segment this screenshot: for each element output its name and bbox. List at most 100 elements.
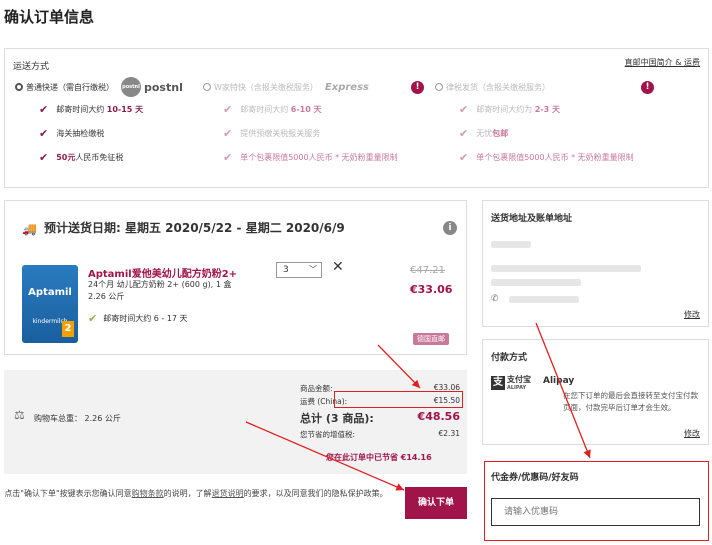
cart-weight: 购物车总重： 2.26 公斤: [34, 414, 121, 423]
postnl-badge-icon: postnl: [121, 77, 141, 97]
tax-info-icon[interactable]: !: [641, 81, 654, 94]
feature-item: ✔ 50元人民币免征税: [39, 151, 123, 164]
row-label: 您节省的增值税:: [300, 430, 356, 439]
price-original: €47.21: [410, 265, 445, 276]
delivery-info-icon[interactable]: i: [443, 221, 457, 235]
alipay-logo: 支 支付宝 ALIPAY: [491, 374, 531, 391]
terms-text: 点击"确认下单"按键表示您确认同意购物条款的说明，了解退货说明的要求，以及同意我…: [4, 487, 388, 501]
address-panel: 送货地址及账单地址 ✆ 修改: [482, 200, 709, 327]
remove-item-icon[interactable]: ✕: [332, 259, 344, 275]
feature-bold: 包邮: [492, 129, 509, 138]
feature-bold: 6-10 天: [290, 105, 322, 114]
row-value: €2.31: [438, 429, 460, 438]
product-image-label: Aptamil: [28, 287, 72, 298]
product-desc: 24个月 幼儿配方奶粉 2+ (600 g), 1 盒 2.26 公斤: [88, 279, 268, 303]
check-icon: ✔: [223, 127, 233, 140]
feature-text: 提供预缴关税报关服务: [240, 129, 321, 138]
option-label: 普通快递（需自行缴税）: [26, 82, 114, 92]
feature-item: ✔ 单个包裹限值5000人民币 * 无奶粉重量限制: [223, 151, 398, 164]
feature-text: 海关抽检缴税: [56, 129, 105, 138]
check-icon: ✔: [39, 127, 49, 140]
confirm-order-button[interactable]: 确认下单: [405, 487, 467, 519]
terms-part: 点击"确认下单"按键表示您确认同意: [4, 489, 132, 498]
feature-text: 无忧: [476, 129, 493, 138]
option-label: W家特快（含报关缴税服务）: [214, 82, 318, 92]
express-logo: Express: [324, 81, 369, 93]
coupon-title: 代金券/优惠码/好友码: [491, 473, 579, 483]
quantity-select[interactable]: 3 ﹀: [276, 262, 322, 278]
option-label: 律税发货（含报关缴税服务）: [446, 82, 550, 92]
shipping-option-express[interactable]: W家特快（含报关缴税服务） Express: [203, 79, 369, 95]
check-icon: ✔: [459, 103, 469, 116]
payment-panel: 付款方式 支 支付宝 ALIPAY Alipay 在您下订单的最后会直接转至支付…: [482, 339, 709, 445]
edit-address-link[interactable]: 修改: [684, 309, 700, 320]
feature-bold: 50元: [56, 153, 76, 162]
shipping-heading: 运送方式: [13, 62, 50, 72]
feature-bold: 2-3 天: [534, 105, 561, 114]
check-icon: ✔: [39, 151, 49, 164]
radio-tax[interactable]: [435, 83, 443, 91]
redacted-address: [491, 279, 581, 286]
feature-item: ✔ 邮寄时间大约 10-15 天: [39, 103, 143, 116]
feature-item: ✔ 提供预缴关税报关服务: [223, 127, 320, 140]
check-icon: ✔: [223, 151, 233, 164]
total-label: 总计 (3 商品):: [300, 412, 374, 425]
redacted-address: [491, 265, 641, 272]
product-desc-line: 24个月 幼儿配方奶粉 2+ (600 g), 1 盒: [88, 280, 232, 289]
feature-bold: 10-15 天: [106, 105, 144, 114]
feature-text: 单个包裹限值5000人民币 * 无奶粉重量限制: [240, 153, 398, 162]
feature-text: 邮寄时间大约: [240, 105, 291, 114]
product-weight: 2.26 公斤: [88, 292, 125, 301]
alipay-icon: 支: [491, 375, 505, 390]
shipping-fee-highlight: [334, 391, 463, 408]
scale-icon: ⚖: [14, 408, 25, 422]
feature-item: ✔ 无忧包邮: [459, 127, 508, 140]
product-name[interactable]: Aptamil爱他美幼儿配方奶粉2+: [88, 265, 237, 280]
quantity-value: 3: [283, 265, 289, 275]
feature-text: 邮寄时间大约: [56, 105, 107, 114]
summary-row-vat: 您节省的增值税: €2.31: [300, 429, 460, 440]
feature-item: ✔ 邮寄时间大约 6-10 天: [223, 103, 322, 116]
purchase-terms-link[interactable]: 购物条款: [132, 489, 164, 498]
alipay-logo-text: 支付宝: [507, 375, 531, 384]
shipping-option-standard[interactable]: 普通快递（需自行缴税） postnl postnl: [15, 77, 183, 97]
check-icon: ✔: [223, 103, 233, 116]
feature-item: ✔ 单个包裹限值5000人民币 * 无奶粉重量限制: [459, 151, 634, 164]
ship-time-text: 邮寄时间大约 6 - 17 天: [103, 314, 188, 323]
feature-item: ✔ 邮寄时间大约为 2-3 天: [459, 103, 560, 116]
feature-item: ✔ 海关抽检缴税: [39, 127, 104, 140]
return-policy-link[interactable]: 退货说明: [212, 489, 244, 498]
alipay-desc: 在您下订单的最后会直接转至支付宝付款页面，付款完毕后订单才会生效。: [563, 391, 698, 412]
alipay-name: Alipay: [543, 376, 575, 386]
truck-icon: 🚚: [22, 222, 37, 236]
summary-row-total: 总计 (3 商品): €48.56: [300, 410, 460, 426]
coupon-panel: 代金券/优惠码/好友码: [484, 461, 709, 541]
feature-text: 单个包裹限值5000人民币 * 无奶粉重量限制: [476, 153, 634, 162]
radio-express[interactable]: [203, 83, 211, 91]
feature-text: 人民币免征税: [75, 153, 124, 162]
china-shipping-info-link[interactable]: 直邮中国简介 & 运费: [625, 57, 700, 68]
check-icon: ✔: [459, 127, 469, 140]
payment-title: 付款方式: [491, 353, 528, 363]
radio-standard[interactable]: [15, 83, 23, 91]
phone-icon: ✆: [491, 294, 499, 304]
germany-direct-badge: 德国直邮: [413, 333, 449, 345]
product-ship-time: ✔ 邮寄时间大约 6 - 17 天: [88, 312, 188, 325]
savings-text: 您在此订单中已节省 €14.16: [326, 453, 432, 462]
edit-payment-link[interactable]: 修改: [684, 428, 700, 439]
terms-part: 的说明，了解: [163, 489, 212, 498]
postnl-text: postnl: [144, 80, 183, 94]
page-title: 确认订单信息: [4, 8, 95, 26]
postnl-logo: postnl postnl: [121, 77, 183, 97]
row-label: 商品金额:: [300, 384, 333, 393]
total-value: €48.56: [417, 410, 460, 423]
product-stage-label: 2: [62, 321, 74, 337]
coupon-input[interactable]: [491, 498, 700, 526]
delivery-date: 预计送货日期: 星期五 2020/5/22 - 星期二 2020/6/9: [44, 221, 345, 235]
express-info-icon[interactable]: !: [411, 81, 424, 94]
terms-part: 的要求，以及同意我们的隐私保护政策。: [243, 489, 388, 498]
product-image[interactable]: Aptamil kindermilch 2: [22, 265, 78, 343]
shipping-option-tax[interactable]: 律税发货（含报关缴税服务）: [435, 79, 550, 95]
redacted-name: [491, 241, 531, 248]
price-current: €33.06: [410, 283, 453, 296]
